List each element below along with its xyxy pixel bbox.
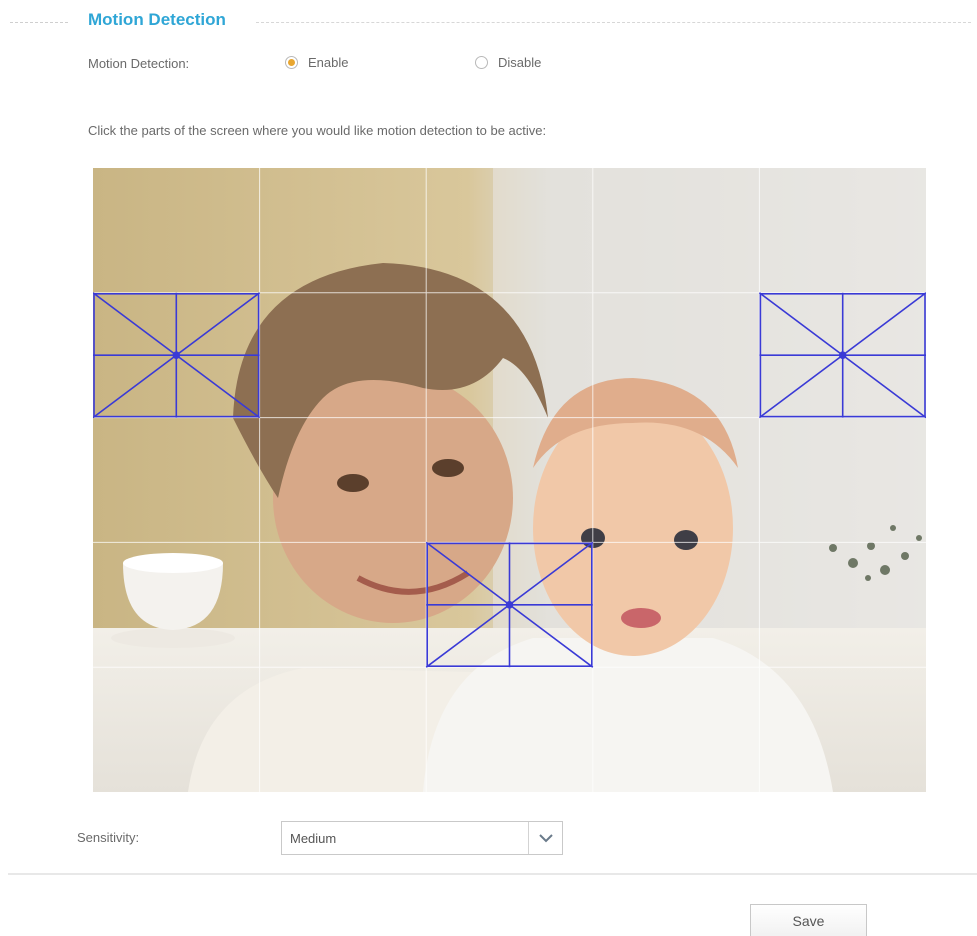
disable-radio[interactable]: Disable bbox=[475, 55, 541, 70]
radio-unchecked-icon bbox=[475, 56, 488, 69]
camera-image bbox=[93, 168, 926, 792]
active-zone-marker[interactable] bbox=[758, 292, 926, 419]
motion-detection-label: Motion Detection: bbox=[88, 56, 190, 71]
section-title: Motion Detection bbox=[88, 10, 226, 29]
section-divider-right bbox=[256, 22, 971, 23]
active-zone-marker[interactable] bbox=[93, 292, 261, 419]
sensitivity-select[interactable]: Medium bbox=[281, 821, 563, 855]
sensitivity-label: Sensitivity: bbox=[77, 830, 140, 845]
enable-radio[interactable]: Enable bbox=[285, 55, 348, 70]
active-zone-marker[interactable] bbox=[425, 541, 594, 668]
camera-preview[interactable] bbox=[93, 168, 926, 792]
section-divider-left bbox=[10, 22, 68, 23]
grid-instructions: Click the parts of the screen where you … bbox=[88, 123, 547, 138]
enable-radio-label: Enable bbox=[308, 55, 349, 70]
section-header: Motion Detection bbox=[0, 8, 977, 36]
footer-divider bbox=[8, 873, 977, 875]
chevron-down-icon[interactable] bbox=[528, 822, 562, 854]
save-button[interactable]: Save bbox=[750, 904, 867, 936]
disable-radio-label: Disable bbox=[498, 55, 542, 70]
radio-checked-icon bbox=[285, 56, 298, 69]
sensitivity-value: Medium bbox=[290, 831, 337, 846]
